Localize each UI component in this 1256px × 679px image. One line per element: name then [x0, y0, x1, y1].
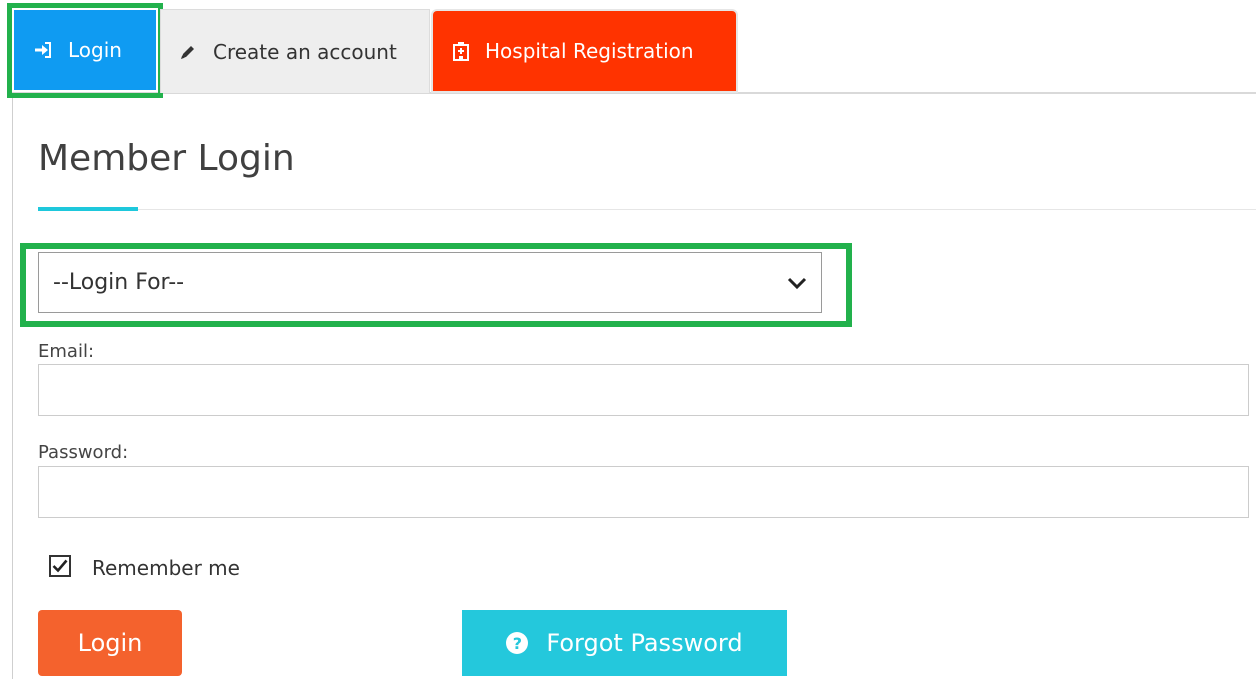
tab-create-account[interactable]: Create an account [160, 9, 430, 93]
title-divider [38, 209, 1256, 210]
login-for-select[interactable]: --Login For-- [38, 252, 822, 313]
email-label: Email: [38, 341, 95, 362]
remember-me-checkbox[interactable] [49, 555, 71, 577]
tab-login[interactable]: Login [14, 10, 156, 90]
tab-login-label: Login [68, 38, 122, 62]
login-for-selected-value: --Login For-- [53, 270, 185, 295]
login-button[interactable]: Login [38, 610, 182, 676]
hospital-icon [453, 41, 469, 61]
forgot-password-label: Forgot Password [546, 629, 743, 657]
title-accent-bar [38, 207, 138, 211]
check-icon [52, 559, 68, 573]
remember-me-label: Remember me [92, 556, 240, 580]
tab-hospital-label: Hospital Registration [485, 39, 694, 63]
tab-hospital-registration[interactable]: Hospital Registration [433, 11, 736, 91]
sign-in-icon [34, 42, 52, 58]
page-title: Member Login [38, 138, 295, 179]
panel-left-border [12, 93, 13, 679]
login-button-label: Login [77, 629, 143, 657]
question-circle-icon: ? [506, 632, 529, 654]
pencil-icon [179, 43, 197, 61]
password-field[interactable] [38, 466, 1249, 518]
email-field[interactable] [38, 364, 1249, 416]
chevron-down-icon [787, 276, 807, 290]
forgot-password-button[interactable]: ? Forgot Password [462, 610, 787, 676]
password-label: Password: [38, 442, 129, 463]
login-page: Login Create an account Hospital Registr… [0, 0, 1256, 679]
tab-create-label: Create an account [213, 39, 397, 64]
